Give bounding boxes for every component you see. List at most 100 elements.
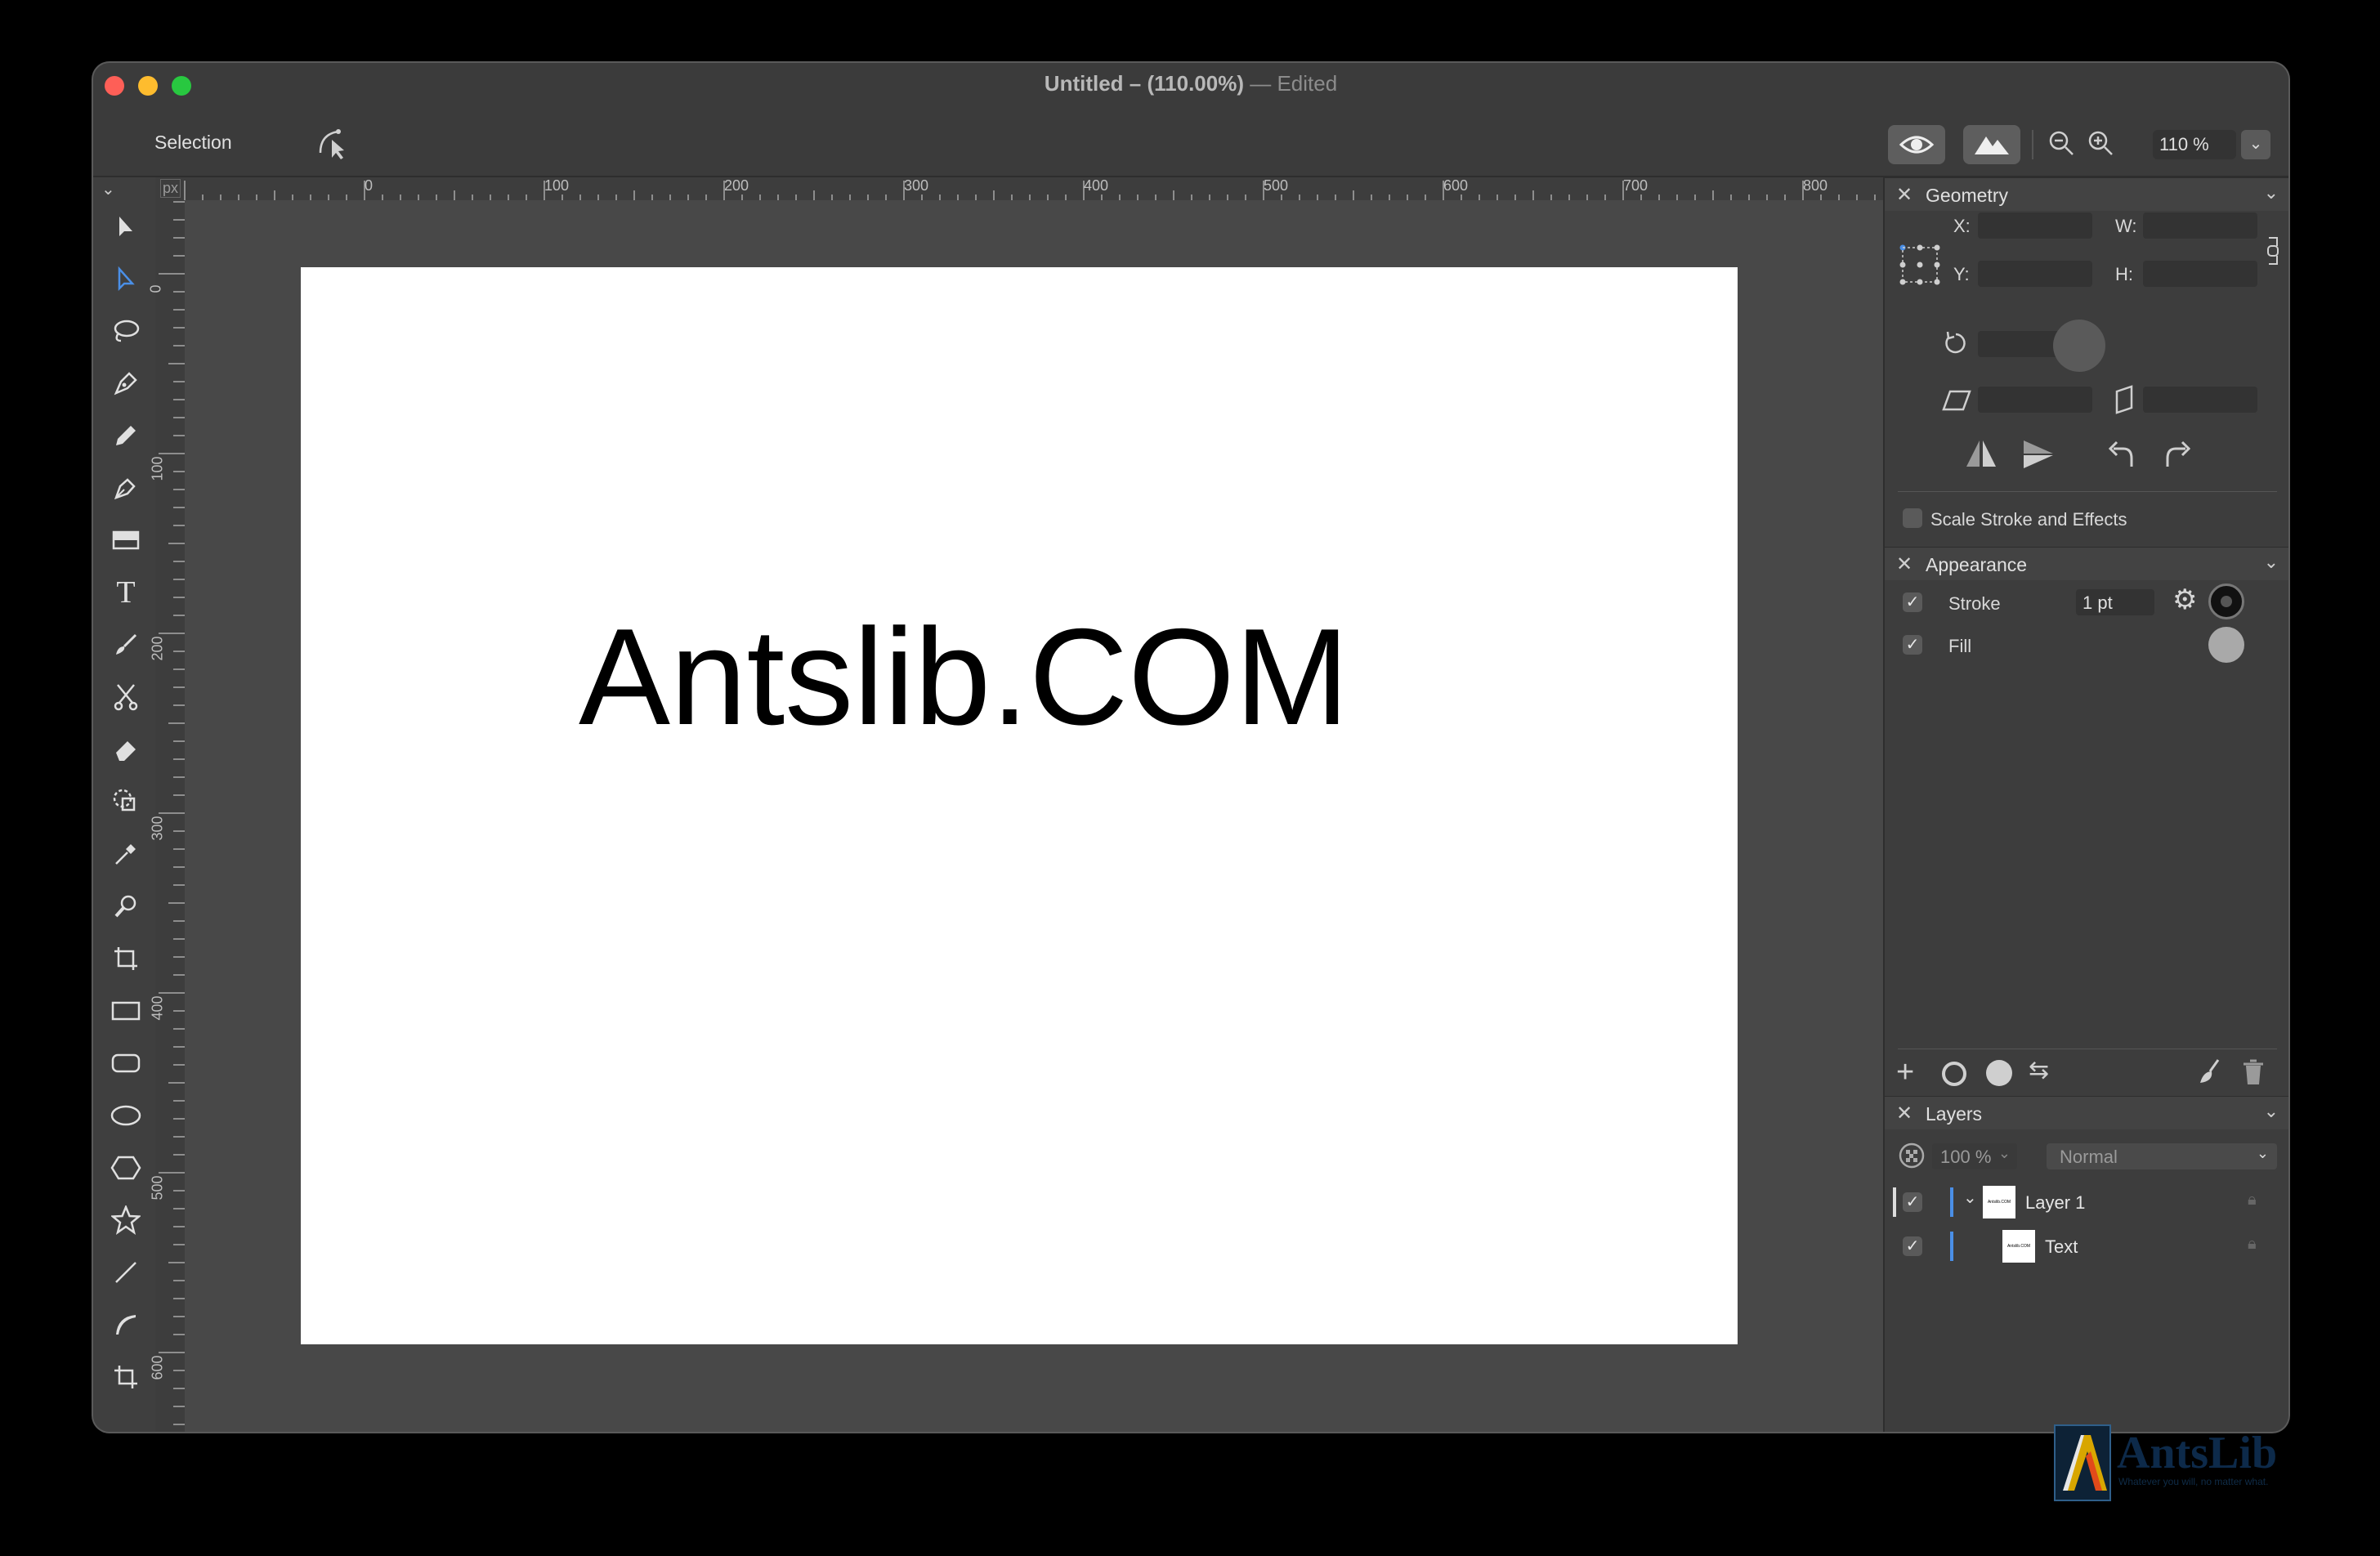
tools-collapse-chevron-icon[interactable]: ⌄	[101, 179, 115, 199]
h-field[interactable]	[2143, 261, 2257, 287]
ruler-ticks	[184, 181, 1966, 200]
flip-horizontal-icon[interactable]	[1963, 437, 1999, 470]
text-tool-icon[interactable]: T	[108, 575, 144, 610]
trash-icon[interactable]	[2241, 1058, 2266, 1086]
constrain-proportions-icon[interactable]	[2266, 235, 2280, 267]
zoom-field[interactable]: 110 %	[2153, 130, 2236, 159]
document-title: Untitled – (110.00%)	[1044, 71, 1244, 96]
add-fill-icon[interactable]	[1986, 1060, 2012, 1086]
add-icon[interactable]: +	[1896, 1057, 1914, 1088]
chevron-down-icon[interactable]: ⌄	[2264, 182, 2279, 203]
ruler-tick-label: 700	[1623, 177, 1649, 194]
scale-stroke-checkbox[interactable]	[1903, 508, 1922, 528]
ellipse-tool-icon[interactable]	[108, 1098, 144, 1133]
shape-builder-tool-icon[interactable]	[108, 784, 144, 820]
app-window: Untitled – (110.00%) — Edited Selection …	[93, 63, 2288, 1432]
canvas-text-object[interactable]: Antslib.COM	[579, 598, 1349, 756]
stroke-width-value: 1 pt	[2082, 592, 2113, 613]
ruler-tick-label: 300	[149, 816, 166, 841]
gear-icon[interactable]: ⚙	[2172, 586, 2197, 614]
ruler-tick-label: 100	[544, 177, 570, 194]
close-panel-icon[interactable]: ✕	[1896, 183, 1912, 207]
lock-icon[interactable]: 🔒︎	[2248, 1235, 2257, 1254]
rotate-right-icon[interactable]	[2163, 437, 2195, 470]
preview-button[interactable]	[1888, 125, 1945, 164]
layer-row[interactable]: ✓ Antslib.COM Text 🔒︎	[1893, 1228, 2282, 1264]
shear-field[interactable]	[1978, 387, 2092, 413]
scale-stroke-label: Scale Stroke and Effects	[1930, 509, 2127, 530]
arc-tool-icon[interactable]	[108, 1307, 144, 1343]
blend-mode-select[interactable]: Normal ⌄	[2047, 1143, 2277, 1169]
zoom-value: 110 %	[2159, 134, 2209, 154]
w-field[interactable]	[2143, 212, 2257, 239]
skew-field[interactable]	[2143, 387, 2257, 413]
layer-visibility-checkbox[interactable]: ✓	[1903, 1236, 1922, 1256]
gradient-tool-icon[interactable]	[108, 522, 144, 558]
rounded-rectangle-tool-icon[interactable]	[108, 1045, 144, 1081]
polygon-tool-icon[interactable]	[108, 1150, 144, 1186]
pencil-tool-icon[interactable]	[108, 418, 144, 454]
layer-color-bar	[1950, 1232, 1953, 1261]
crop-tool-icon[interactable]	[108, 1359, 144, 1395]
lasso-tool-icon[interactable]	[108, 313, 144, 349]
inspector-panel: ✕ Geometry ⌄ X: W: Y: H: Scale Stroke an…	[1883, 177, 2288, 1432]
chevron-down-icon[interactable]: ⌄	[2264, 1101, 2279, 1122]
mountain-icon	[1975, 136, 2009, 154]
fill-color-swatch[interactable]	[2208, 627, 2244, 663]
layer-name: Text	[2045, 1236, 2078, 1257]
rotate-left-icon[interactable]	[2104, 437, 2136, 470]
star-tool-icon[interactable]	[108, 1202, 144, 1238]
brush-pen-tool-icon[interactable]	[108, 470, 144, 506]
add-stroke-icon[interactable]	[1942, 1062, 1966, 1086]
flip-vertical-icon[interactable]	[2020, 437, 2056, 470]
layer-opacity-value: 100 %	[1940, 1147, 1992, 1167]
x-field[interactable]	[1978, 212, 2092, 239]
subselect-path-icon[interactable]	[314, 125, 350, 165]
disclosure-chevron-icon[interactable]: ⌄	[1963, 1187, 1977, 1208]
pen-tool-icon[interactable]	[108, 365, 144, 401]
zoom-out-icon[interactable]	[2047, 128, 2076, 162]
ruler-tick-label: 300	[904, 177, 929, 194]
layer-visibility-checkbox[interactable]: ✓	[1903, 1192, 1922, 1212]
swap-icon[interactable]: ⇆	[2029, 1058, 2049, 1083]
stroke-color-swatch[interactable]	[2208, 584, 2244, 619]
artboard-page[interactable]: Antslib.COM	[301, 267, 1738, 1344]
layer-row[interactable]: ✓ ⌄ Antslib.COM Layer 1 🔒︎	[1893, 1184, 2282, 1220]
clear-appearance-icon[interactable]	[2197, 1058, 2223, 1086]
stroke-checkbox[interactable]: ✓	[1903, 592, 1922, 612]
fill-checkbox[interactable]: ✓	[1903, 635, 1922, 655]
layer-opacity-field[interactable]: 100 % ⌄	[1932, 1143, 2017, 1169]
canvas-area[interactable]: Antslib.COM	[185, 200, 1975, 1432]
eyedropper-tool-icon[interactable]	[108, 836, 144, 872]
lock-icon[interactable]: 🔒︎	[2248, 1191, 2257, 1209]
layers-panel-header[interactable]: ✕ Layers ⌄	[1885, 1096, 2288, 1129]
stroke-width-field[interactable]: 1 pt	[2076, 589, 2154, 615]
appearance-panel-header[interactable]: ✕ Appearance ⌄	[1885, 547, 2288, 580]
panel-title: Geometry	[1926, 185, 2008, 206]
subselection-tool-icon[interactable]	[108, 261, 144, 297]
y-field[interactable]	[1978, 261, 2092, 287]
separator	[1898, 491, 2277, 492]
close-panel-icon[interactable]: ✕	[1896, 552, 1912, 576]
ruler-tick-label: 200	[724, 177, 749, 194]
stroke-label: Stroke	[1948, 593, 2001, 614]
chevron-down-icon[interactable]: ⌄	[2264, 552, 2279, 573]
close-panel-icon[interactable]: ✕	[1896, 1102, 1912, 1125]
selection-tool-icon[interactable]	[108, 208, 144, 244]
horizontal-ruler: px 0 100 200 300 400 500 600 700 800	[155, 177, 1975, 200]
tools-panel: ⌄ T	[93, 177, 155, 1432]
zoom-tool-icon[interactable]	[108, 888, 144, 924]
opacity-icon	[1899, 1142, 1925, 1169]
eraser-tool-icon[interactable]	[108, 731, 144, 767]
zoom-dropdown-chevron-icon[interactable]: ⌄	[2241, 130, 2270, 159]
scissors-tool-icon[interactable]	[108, 679, 144, 715]
artboard-tool-icon[interactable]	[108, 941, 144, 977]
zoom-in-icon[interactable]	[2086, 128, 2115, 162]
rotation-dial[interactable]	[2053, 320, 2105, 372]
anchor-point-icon[interactable]	[1898, 243, 1942, 287]
raster-preview-button[interactable]	[1963, 125, 2020, 164]
geometry-panel-header[interactable]: ✕ Geometry ⌄	[1885, 177, 2288, 211]
rectangle-tool-icon[interactable]	[108, 993, 144, 1029]
brush-tool-icon[interactable]	[108, 627, 144, 663]
line-tool-icon[interactable]	[108, 1254, 144, 1290]
